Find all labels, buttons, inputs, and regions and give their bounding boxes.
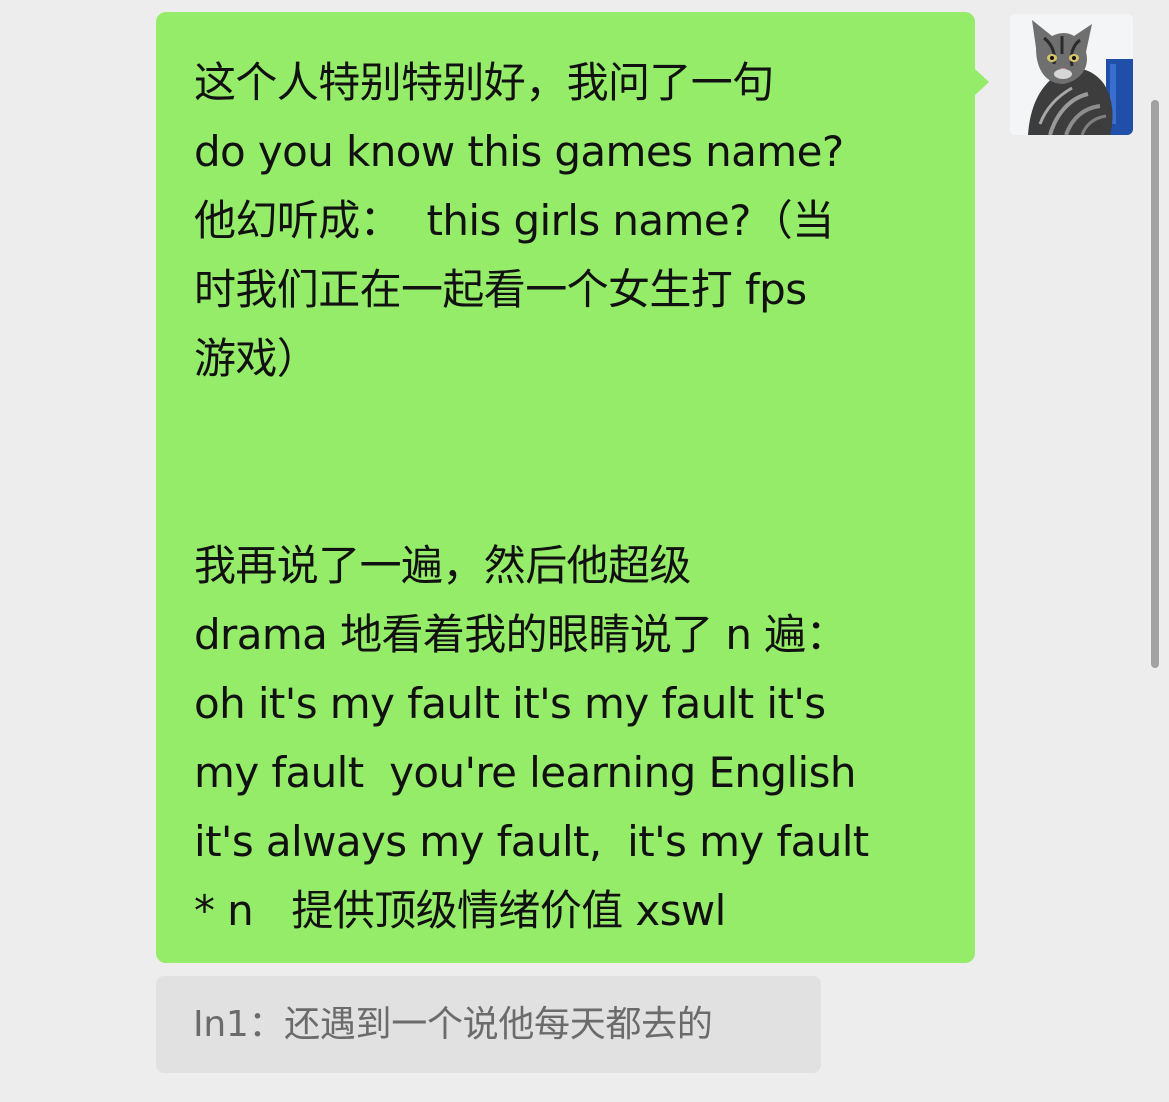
- message-line: 他幻听成： this girls name?（当: [194, 196, 834, 245]
- bubble-tail: [974, 68, 989, 96]
- avatar-image: [1010, 14, 1133, 135]
- message-line: 这个人特别特别好，我问了一句: [194, 58, 774, 107]
- message-line: 我再说了一遍，然后他超级: [194, 541, 691, 590]
- message-line: * n 提供顶级情绪价值 xswl: [194, 886, 726, 935]
- scrollbar-thumb[interactable]: [1151, 100, 1159, 668]
- message-line: 游戏）: [194, 334, 319, 383]
- chat-message-list: 这个人特别特别好，我问了一句 do you know this games na…: [0, 0, 1169, 1102]
- message-line: do you know this games name?: [194, 127, 844, 176]
- cat-avatar-icon[interactable]: [1010, 14, 1133, 135]
- message-line: my fault you're learning English: [194, 748, 857, 797]
- message-line: it's always my fault, it's my fault: [194, 817, 869, 866]
- quoted-reply[interactable]: In1：还遇到一个说他每天都去的: [156, 976, 821, 1073]
- message-line: drama 地看着我的眼睛说了 n 遍：: [194, 610, 848, 659]
- sent-message-bubble[interactable]: 这个人特别特别好，我问了一句 do you know this games na…: [156, 12, 989, 963]
- message-line: 时我们正在一起看一个女生打 fps: [194, 265, 807, 314]
- message-line: oh it's my fault it's my fault it's: [194, 679, 826, 728]
- message-blank-lines: [194, 393, 945, 531]
